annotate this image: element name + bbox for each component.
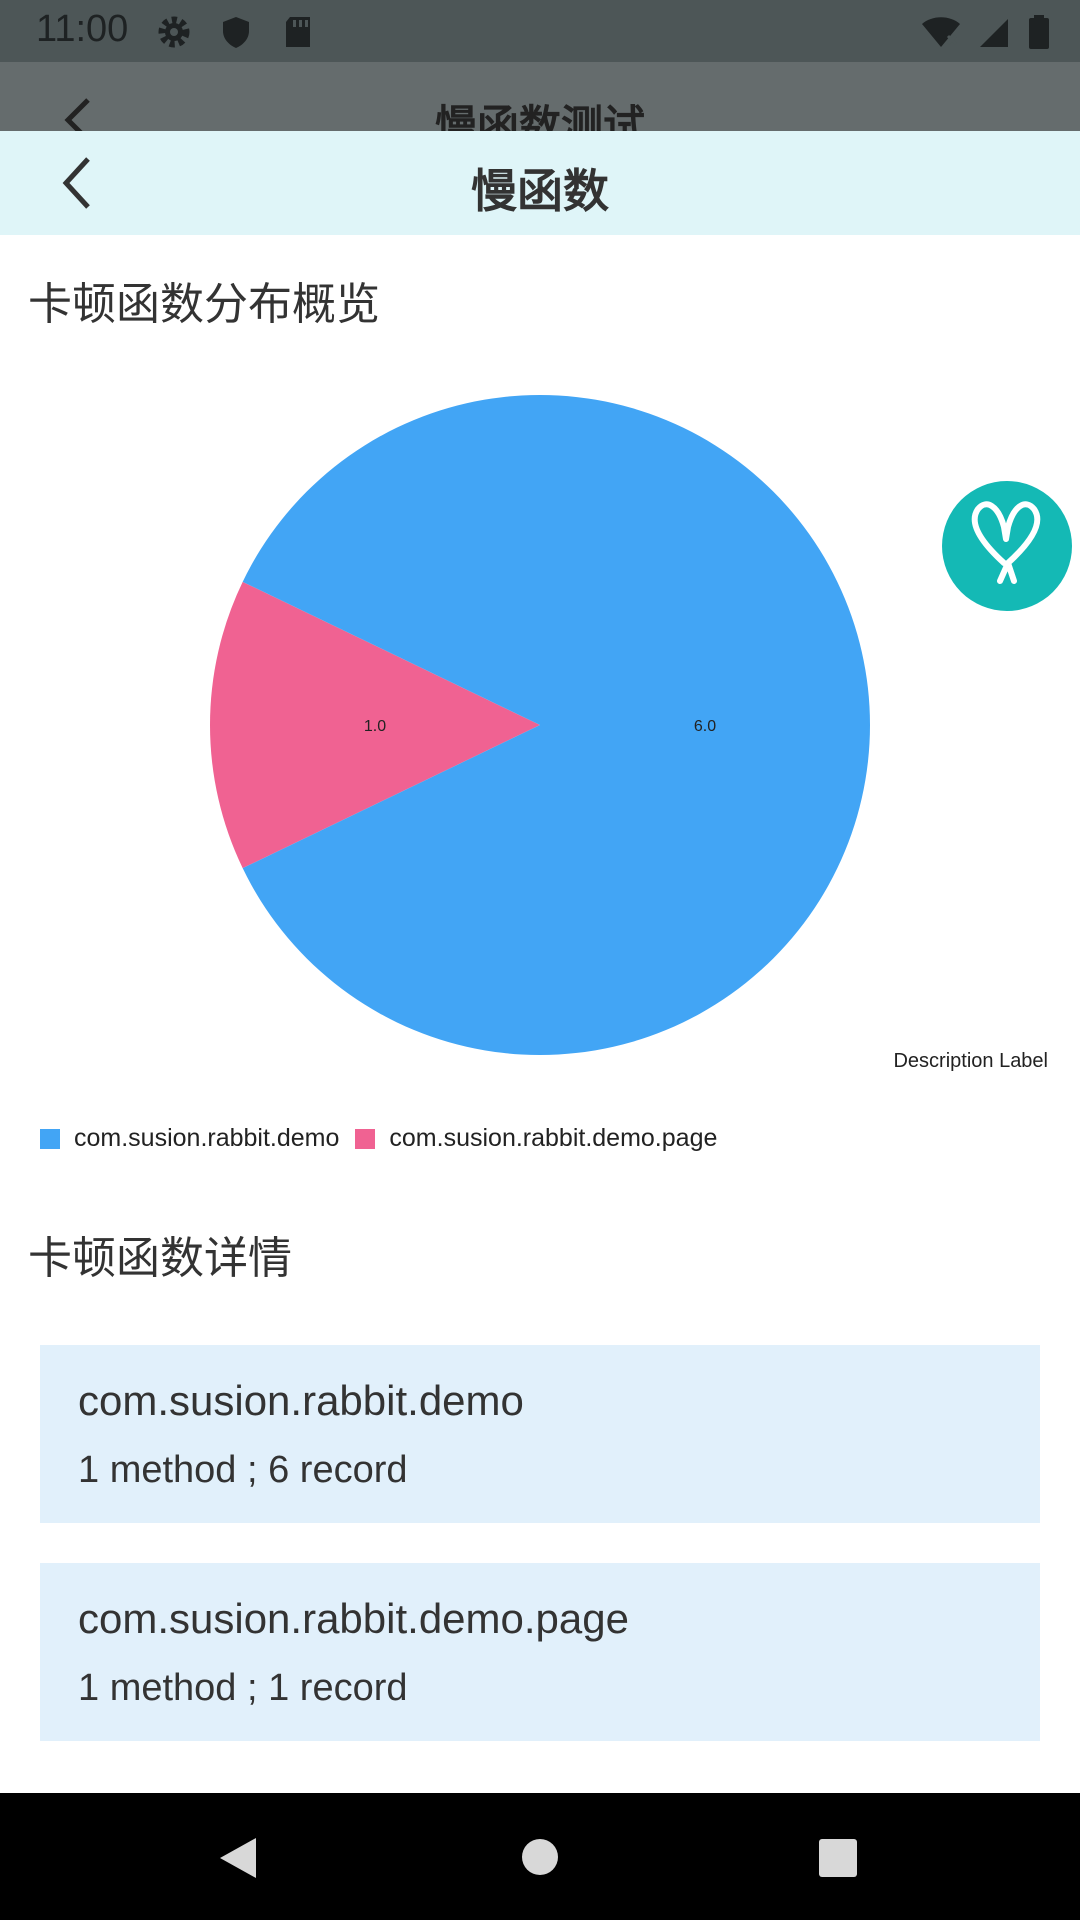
home-circle-icon[interactable]: [521, 1838, 559, 1880]
background-toolbar: 慢函数测试: [0, 62, 1080, 132]
legend-item: com.susion.rabbit.demo: [40, 1124, 339, 1153]
rabbit-fab[interactable]: [942, 481, 1072, 611]
signal-icon: [976, 14, 1012, 50]
wifi-icon: [920, 14, 962, 50]
pie-value-label: 1.0: [364, 718, 386, 735]
legend-label: com.susion.rabbit.demo.page: [389, 1124, 718, 1152]
background-title: 慢函数测试: [434, 101, 645, 132]
app-bar: 慢函数: [0, 131, 1080, 235]
status-bar: 11:00: [0, 0, 1080, 62]
card-subtitle: 1 method ; 1 record: [78, 1667, 408, 1709]
card-subtitle: 1 method ; 6 record: [78, 1449, 408, 1491]
chart-legend: com.susion.rabbit.demo com.susion.rabbit…: [40, 1124, 733, 1153]
details-title: 卡顿函数详情: [28, 1233, 292, 1284]
shield-icon: [218, 14, 254, 50]
gear-icon: [156, 14, 192, 50]
pie-chart[interactable]: 1.0 6.0: [0, 360, 1080, 1080]
recents-square-icon[interactable]: [818, 1838, 858, 1882]
back-triangle-icon[interactable]: [218, 1836, 258, 1884]
rabbit-logo-icon: [971, 501, 1041, 584]
page-title: 慢函数: [471, 164, 609, 218]
navigation-bar: [0, 1793, 1080, 1920]
legend-swatch-blue: [40, 1128, 60, 1149]
card-title: com.susion.rabbit.demo.page: [78, 1595, 629, 1642]
list-item[interactable]: com.susion.rabbit.demo.page 1 method ; 1…: [40, 1563, 1040, 1741]
legend-label: com.susion.rabbit.demo: [74, 1124, 340, 1152]
overview-title: 卡顿函数分布概览: [28, 279, 380, 330]
list-item[interactable]: com.susion.rabbit.demo 1 method ; 6 reco…: [40, 1345, 1040, 1523]
card-title: com.susion.rabbit.demo: [78, 1377, 524, 1424]
chart-description-label: Description Label: [893, 1050, 1048, 1072]
pie-value-label: 6.0: [694, 718, 716, 735]
sd-card-icon: [280, 14, 316, 50]
legend-item: com.susion.rabbit.demo.page: [355, 1124, 717, 1153]
battery-icon: [1026, 14, 1052, 50]
status-time: 11:00: [36, 8, 129, 50]
legend-swatch-pink: [355, 1128, 376, 1149]
